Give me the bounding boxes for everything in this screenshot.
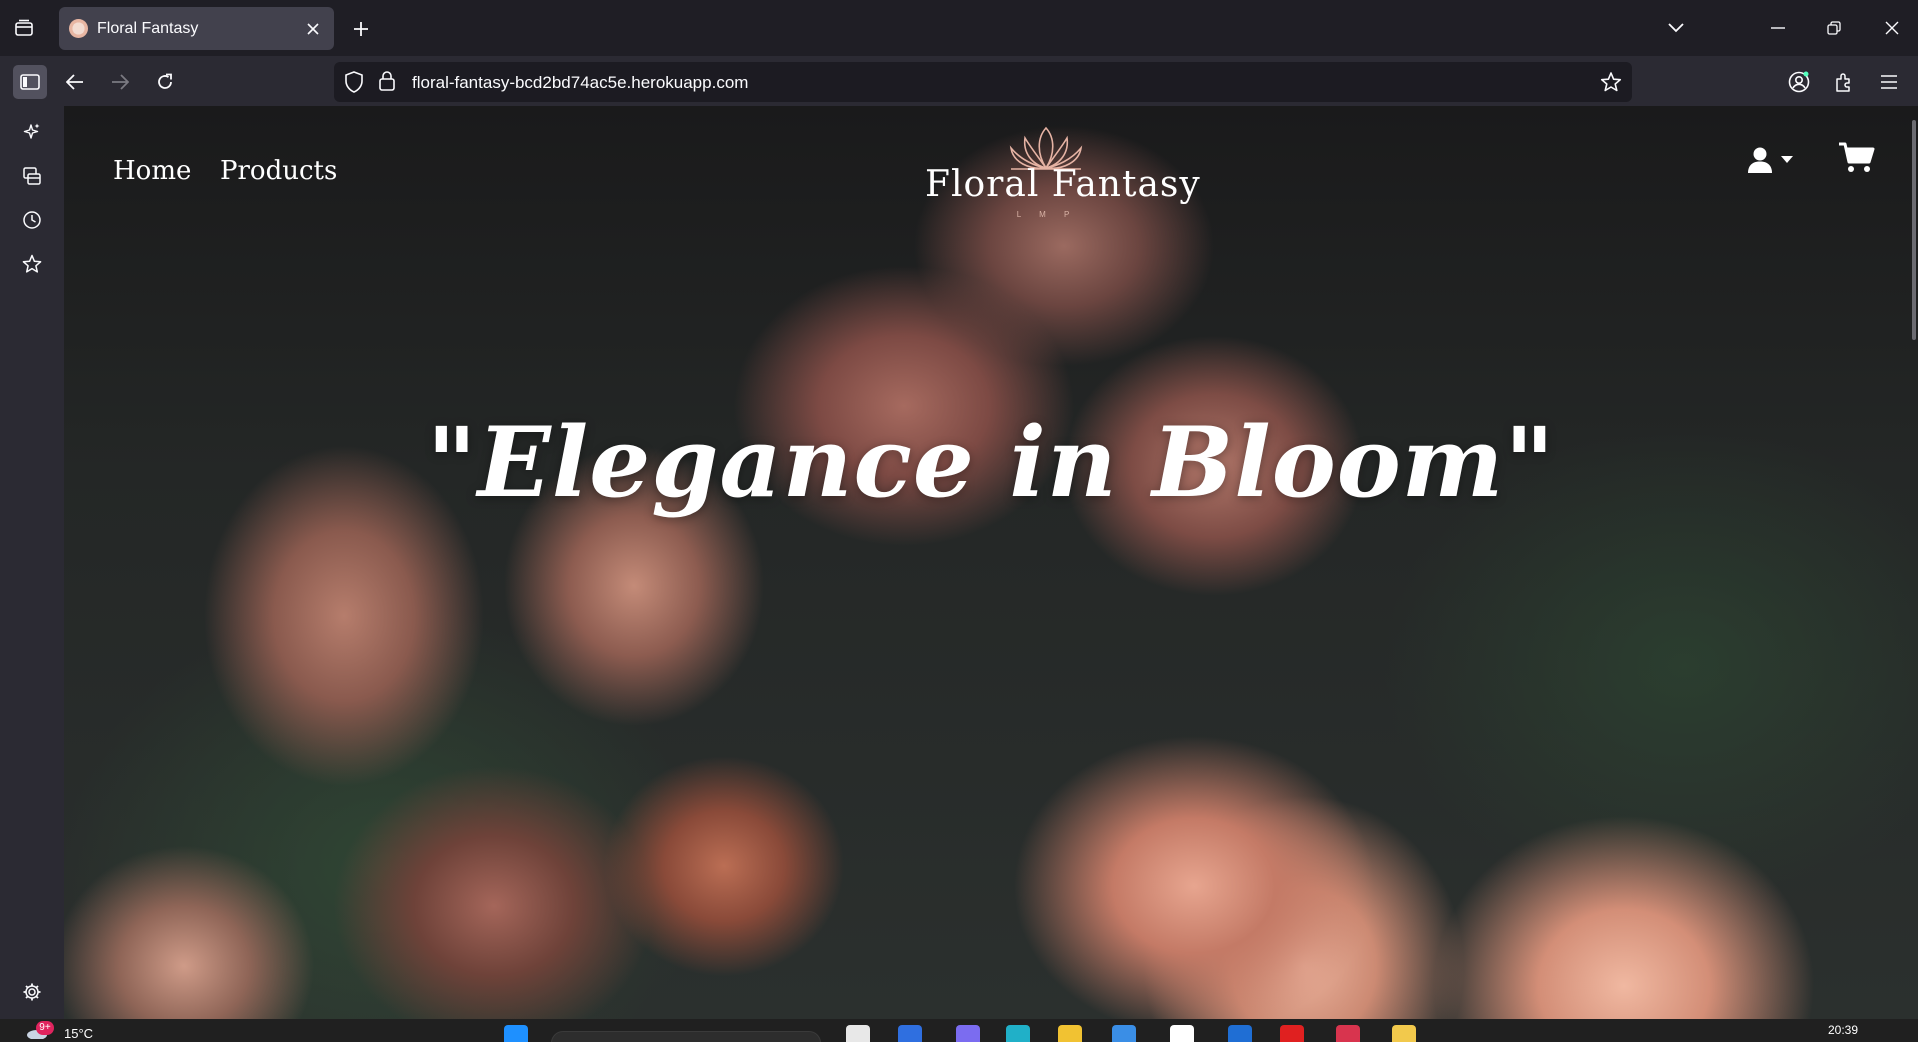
tab-overview-icon[interactable] <box>8 12 40 44</box>
taskbar-clock[interactable]: 20:39 <box>1828 1023 1858 1037</box>
browser-tab-bar: Floral Fantasy <box>0 0 1918 56</box>
sidebar-toggle-icon[interactable] <box>13 65 47 99</box>
taskbar-app-icon[interactable] <box>1392 1025 1416 1042</box>
tracking-shield-icon[interactable] <box>344 71 364 98</box>
nav-link-products[interactable]: Products <box>220 156 337 186</box>
os-taskbar: 9+ 15°C 20:39 <box>0 1019 1918 1042</box>
restore-window-icon[interactable] <box>1814 10 1854 46</box>
weather-temperature: 15°C <box>64 1026 94 1041</box>
close-window-icon[interactable] <box>1872 10 1912 46</box>
tab-floral-fantasy[interactable]: Floral Fantasy <box>59 7 334 50</box>
back-arrow-icon[interactable] <box>58 65 92 99</box>
minimize-window-icon[interactable] <box>1758 10 1798 46</box>
taskbar-app-icon[interactable] <box>1170 1025 1194 1042</box>
user-icon <box>1748 147 1772 173</box>
extensions-icon[interactable] <box>1827 65 1861 99</box>
taskbar-app-icon[interactable] <box>956 1025 980 1042</box>
taskbar-app-icon[interactable] <box>1228 1025 1252 1042</box>
page-scrollbar[interactable] <box>1912 120 1916 340</box>
taskbar-app-icon[interactable] <box>898 1025 922 1042</box>
taskbar-app-icon[interactable] <box>1006 1025 1030 1042</box>
taskbar-app-icon[interactable] <box>1336 1025 1360 1042</box>
hero-tagline: "Elegance in Bloom" <box>426 406 1556 519</box>
history-clock-icon[interactable] <box>16 204 48 236</box>
site-favicon-icon <box>69 19 88 38</box>
site-logo[interactable]: Floral Fantasy L M P <box>925 124 1201 224</box>
logo-subtext: L M P <box>1016 210 1078 219</box>
start-windows-icon[interactable] <box>504 1025 528 1042</box>
account-icon[interactable] <box>1782 65 1816 99</box>
address-bar[interactable]: floral-fantasy-bcd2bd74ac5e.herokuapp.co… <box>334 62 1632 102</box>
caret-down-icon <box>1781 156 1793 163</box>
taskbar-app-icon[interactable] <box>1280 1025 1304 1042</box>
forward-arrow-icon[interactable] <box>103 65 137 99</box>
browser-nav-bar: floral-fantasy-bcd2bd74ac5e.herokuapp.co… <box>0 56 1918 106</box>
synced-tabs-icon[interactable] <box>16 160 48 192</box>
taskbar-app-icon[interactable] <box>846 1025 870 1042</box>
file-explorer-icon[interactable] <box>1058 1025 1082 1042</box>
hero-section: Home Products Floral Fantasy L M P "Eleg… <box>64 106 1918 1019</box>
lock-icon[interactable] <box>378 70 396 97</box>
taskbar-app-icon[interactable] <box>1112 1025 1136 1042</box>
shopping-cart-button[interactable] <box>1835 136 1879 180</box>
nav-link-home[interactable]: Home <box>113 156 191 186</box>
list-all-tabs-icon[interactable] <box>1656 10 1696 46</box>
url-text[interactable]: floral-fantasy-bcd2bd74ac5e.herokuapp.co… <box>412 73 748 93</box>
tab-title: Floral Fantasy <box>97 19 199 37</box>
user-account-dropdown[interactable] <box>1747 138 1803 182</box>
reload-icon[interactable] <box>148 65 182 99</box>
close-tab-icon[interactable] <box>302 18 324 40</box>
ai-chatbot-icon[interactable] <box>16 116 48 148</box>
bookmarks-star-icon[interactable] <box>16 248 48 280</box>
bookmark-star-icon[interactable] <box>1600 71 1622 98</box>
app-menu-icon[interactable] <box>1872 65 1906 99</box>
settings-gear-icon[interactable] <box>16 976 48 1008</box>
notification-badge: 9+ <box>36 1020 54 1035</box>
cart-icon <box>1839 142 1875 172</box>
taskbar-search[interactable] <box>551 1031 821 1042</box>
browser-sidebar <box>0 106 64 1019</box>
logo-name: Floral Fantasy <box>925 164 1201 205</box>
new-tab-button[interactable] <box>344 12 378 46</box>
weather-widget[interactable]: 9+ 15°C <box>26 1019 93 1042</box>
weather-cloud-icon: 9+ <box>26 1020 54 1040</box>
